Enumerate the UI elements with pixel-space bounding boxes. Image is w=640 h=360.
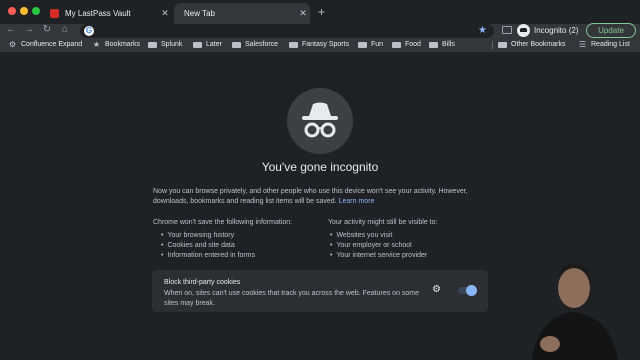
incognito-hero bbox=[287, 88, 353, 154]
reading-list-icon: ☰ bbox=[578, 40, 587, 49]
reload-icon[interactable]: ↻ bbox=[40, 24, 54, 38]
presenter-webcam-overlay bbox=[532, 264, 618, 360]
google-icon: G bbox=[84, 26, 94, 36]
toolbar: ← → ↻ ⌂ G ★ Incognito (2) Update bbox=[0, 23, 640, 38]
bookmark-confluence-expand[interactable]: ⚙ Confluence Expand bbox=[8, 38, 82, 52]
tab-new-tab[interactable]: New Tab ✕ bbox=[174, 3, 310, 24]
bookmark-separator bbox=[492, 41, 493, 49]
bookmark-label: Food bbox=[405, 41, 421, 48]
not-saved-heading: Chrome won't save the following informat… bbox=[153, 219, 293, 226]
learn-more-link[interactable]: Learn more bbox=[339, 198, 375, 205]
bookmark-folder-other[interactable]: Other Bookmarks bbox=[498, 38, 565, 52]
close-icon[interactable]: ✕ bbox=[296, 8, 310, 19]
update-button[interactable]: Update bbox=[586, 23, 636, 38]
folder-icon bbox=[232, 42, 241, 48]
bookmark-label: Reading List bbox=[591, 41, 630, 48]
intro-text: Now you can browse privately, and other … bbox=[153, 187, 493, 207]
list-item: Your internet service provider bbox=[330, 251, 427, 261]
list-item: Your employer or school bbox=[330, 241, 427, 251]
block-cookies-toggle[interactable] bbox=[458, 285, 477, 296]
incognito-avatar-icon[interactable] bbox=[517, 24, 530, 37]
folder-icon bbox=[358, 42, 367, 48]
bookmark-label: Later bbox=[206, 41, 222, 48]
star-icon: ★ bbox=[92, 40, 101, 49]
folder-icon bbox=[392, 42, 401, 48]
bookmark-folder-later[interactable]: Later bbox=[193, 38, 222, 52]
bookmark-folder-fun[interactable]: Fun bbox=[358, 38, 383, 52]
bookmark-folder-salesforce[interactable]: Salesforce bbox=[232, 38, 278, 52]
folder-icon bbox=[148, 42, 157, 48]
still-visible-heading: Your activity might still be visible to: bbox=[328, 219, 438, 226]
home-icon[interactable]: ⌂ bbox=[58, 24, 72, 38]
tab-lastpass[interactable]: My LastPass Vault ✕ bbox=[46, 3, 172, 24]
cast-icon[interactable] bbox=[502, 26, 512, 34]
list-item: Websites you visit bbox=[330, 231, 427, 241]
back-arrow-icon[interactable]: ← bbox=[4, 24, 18, 38]
bookmark-star-icon[interactable]: ★ bbox=[478, 24, 487, 38]
still-visible-list: Websites you visit Your employer or scho… bbox=[330, 231, 427, 261]
bookmark-label: Fun bbox=[371, 41, 384, 48]
list-item: Your browsing history bbox=[161, 231, 255, 241]
cookie-card-description: When on, sites can't use cookies that tr… bbox=[164, 290, 420, 307]
not-saved-list: Your browsing history Cookies and site d… bbox=[161, 231, 255, 261]
address-bar[interactable]: G bbox=[80, 24, 494, 38]
bookmark-bookmarks[interactable]: ★ Bookmarks bbox=[92, 38, 140, 52]
folder-icon bbox=[498, 42, 507, 48]
third-party-cookies-card: Block third-party cookies When on, sites… bbox=[152, 270, 488, 312]
bookmark-folder-bills[interactable]: Bills bbox=[429, 38, 455, 52]
intro-body: Now you can browse privately, and other … bbox=[153, 188, 468, 205]
folder-icon bbox=[289, 42, 298, 48]
tab-title: New Tab bbox=[184, 9, 215, 18]
bookmark-label: Bookmarks bbox=[105, 41, 141, 48]
folder-icon bbox=[429, 42, 438, 48]
list-item: Information entered in forms bbox=[161, 251, 255, 261]
bookmark-label: Fantasy Sports bbox=[302, 41, 350, 48]
window-minimize-button[interactable] bbox=[20, 7, 28, 15]
toggle-knob bbox=[466, 285, 477, 296]
incognito-spy-icon bbox=[302, 102, 338, 138]
bookmark-label: Salesforce bbox=[245, 41, 279, 48]
bookmark-label: Confluence Expand bbox=[21, 41, 83, 48]
lastpass-favicon-icon bbox=[50, 9, 59, 18]
tab-strip: My LastPass Vault ✕ New Tab ✕ + bbox=[0, 0, 640, 24]
forward-arrow-icon[interactable]: → bbox=[22, 24, 36, 38]
bookmark-folder-fantasy-sports[interactable]: Fantasy Sports bbox=[289, 38, 349, 52]
gear-icon: ⚙ bbox=[8, 40, 17, 49]
close-icon[interactable]: ✕ bbox=[158, 8, 172, 19]
cookie-settings-gear-icon[interactable]: ⚙ bbox=[432, 284, 441, 295]
window-maximize-button[interactable] bbox=[32, 7, 40, 15]
cookie-card-title: Block third-party cookies bbox=[164, 279, 241, 286]
folder-icon bbox=[193, 42, 202, 48]
list-item: Cookies and site data bbox=[161, 241, 255, 251]
profile-label[interactable]: Incognito (2) bbox=[534, 24, 578, 38]
new-tab-button[interactable]: + bbox=[318, 5, 325, 19]
bookmark-label: Other Bookmarks bbox=[511, 41, 566, 48]
bookmark-label: Splunk bbox=[161, 41, 183, 48]
page-title: You've gone incognito bbox=[261, 160, 379, 174]
window-close-button[interactable] bbox=[8, 7, 16, 15]
bookmark-folder-food[interactable]: Food bbox=[392, 38, 421, 52]
bookmark-folder-splunk[interactable]: Splunk bbox=[148, 38, 182, 52]
reading-list-button[interactable]: ☰ Reading List bbox=[578, 38, 630, 52]
tab-title: My LastPass Vault bbox=[65, 9, 131, 18]
incognito-page: You've gone incognito Now you can browse… bbox=[0, 52, 640, 360]
bookmarks-bar: ⚙ Confluence Expand ★ Bookmarks Splunk L… bbox=[0, 38, 640, 52]
bookmark-label: Bills bbox=[442, 41, 455, 48]
